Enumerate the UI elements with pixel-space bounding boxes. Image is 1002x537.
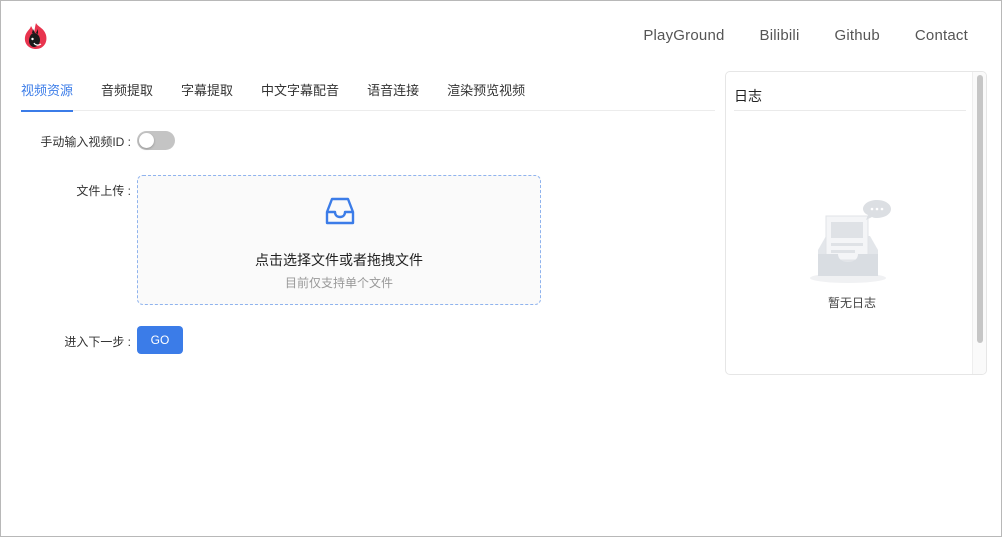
manual-id-toggle[interactable] bbox=[137, 131, 175, 150]
tab-render-preview[interactable]: 渲染预览视频 bbox=[447, 81, 525, 111]
log-divider bbox=[734, 110, 966, 111]
empty-inbox-icon bbox=[810, 200, 891, 283]
nav-link-bilibili[interactable]: Bilibili bbox=[760, 27, 800, 44]
log-scrollbar[interactable] bbox=[972, 72, 986, 374]
top-nav: PlayGround Bilibili Github Contact bbox=[643, 27, 968, 44]
file-upload-dropzone[interactable]: 点击选择文件或者拖拽文件 目前仅支持单个文件 bbox=[137, 175, 541, 305]
tab-audio-extract[interactable]: 音频提取 bbox=[101, 81, 153, 111]
tab-subtitle-extract[interactable]: 字幕提取 bbox=[181, 81, 233, 111]
log-scrollbar-thumb[interactable] bbox=[977, 75, 983, 343]
go-button[interactable]: GO bbox=[137, 326, 183, 354]
tab-video-resource[interactable]: 视频资源 bbox=[21, 81, 74, 112]
next-step-label: 进入下一步 : bbox=[64, 335, 131, 349]
nav-link-contact[interactable]: Contact bbox=[915, 27, 968, 44]
upload-main-text: 点击选择文件或者拖拽文件 bbox=[255, 252, 423, 268]
log-panel: 日志 暂无日志 bbox=[725, 71, 987, 375]
tab-voice-join[interactable]: 语音连接 bbox=[367, 81, 419, 111]
step-tabs: 视频资源 音频提取 字幕提取 中文字幕配音 语音连接 渲染预览视频 bbox=[21, 81, 715, 112]
nav-link-github[interactable]: Github bbox=[834, 27, 879, 44]
upload-hint-text: 目前仅支持单个文件 bbox=[284, 276, 393, 290]
toggle-knob bbox=[139, 133, 154, 148]
log-empty-text: 暂无日志 bbox=[827, 296, 876, 310]
log-title: 日志 bbox=[734, 88, 762, 104]
flame-cat-logo-icon[interactable] bbox=[22, 21, 50, 51]
file-upload-label: 文件上传 : bbox=[76, 184, 131, 198]
app-frame: PlayGround Bilibili Github Contact 视频资源 … bbox=[0, 0, 1002, 537]
manual-id-label: 手动输入视频ID : bbox=[40, 135, 131, 149]
nav-link-playground[interactable]: PlayGround bbox=[643, 27, 724, 44]
inbox-icon bbox=[325, 197, 355, 225]
tab-chinese-dubbing[interactable]: 中文字幕配音 bbox=[261, 81, 339, 111]
